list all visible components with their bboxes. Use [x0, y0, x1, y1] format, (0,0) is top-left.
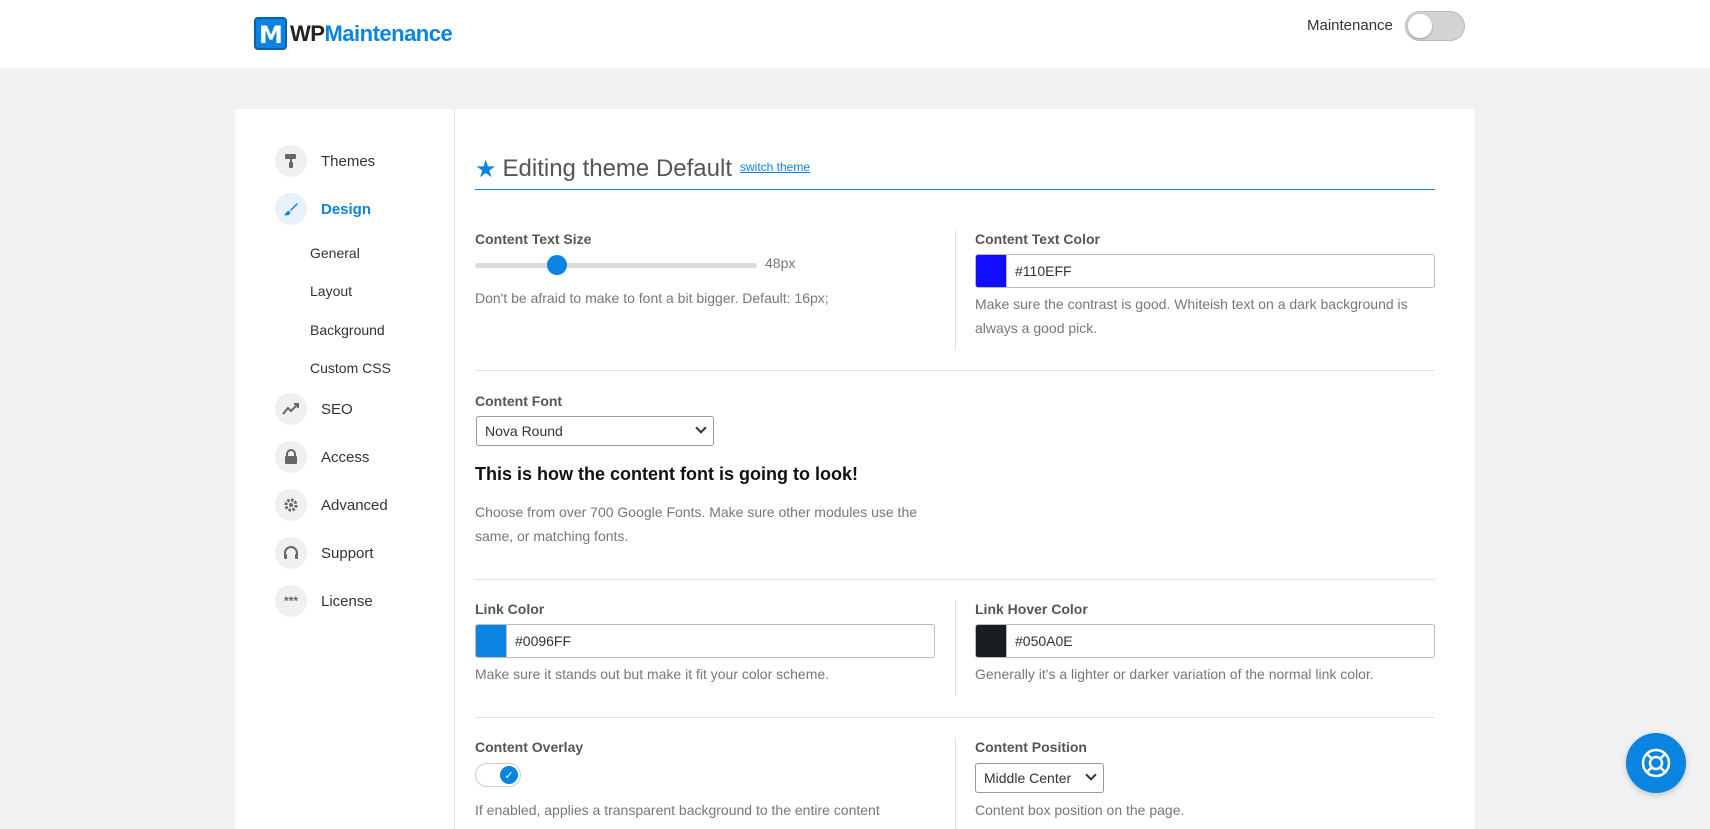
sidebar-item-advanced[interactable]: Advanced: [275, 489, 388, 521]
design-subitem-background[interactable]: Background: [310, 322, 385, 338]
lock-icon: [275, 441, 307, 473]
link-color-label: Link Color: [475, 601, 545, 617]
color-value: #050A0E: [1015, 633, 1073, 649]
sidebar-item-label: License: [321, 592, 373, 610]
paint-roller-icon: [275, 145, 307, 177]
section-divider: [475, 370, 1435, 371]
content-font-select[interactable]: Nova Round: [476, 416, 714, 446]
color-swatch[interactable]: [976, 625, 1007, 657]
content-position-help: Content box position on the page.: [975, 802, 1185, 818]
content-text-color-help: Make sure the contrast is good. Whiteish…: [975, 296, 1408, 336]
logo-maintenance-text: Maintenance: [324, 20, 453, 46]
select-value: Middle Center: [984, 770, 1072, 786]
content-overlay-help: If enabled, applies a transparent backgr…: [475, 802, 880, 818]
section-divider: [475, 579, 1435, 580]
color-value: #110EFF: [1015, 263, 1072, 279]
page-title: ★ Editing theme Default switch theme: [475, 155, 1435, 190]
font-preview-text: This is how the content font is going to…: [475, 464, 858, 484]
content-text-size-slider[interactable]: [475, 255, 757, 275]
logo: M WP Maintenance: [254, 17, 453, 50]
slider-thumb[interactable]: [546, 255, 567, 275]
link-hover-color-label: Link Hover Color: [975, 601, 1088, 617]
chart-trend-icon: [275, 393, 307, 425]
design-subitem-general[interactable]: General: [310, 245, 360, 261]
column-divider: [955, 230, 956, 350]
sidebar-item-themes[interactable]: Themes: [275, 145, 375, 177]
help-lifebuoy-button[interactable]: [1626, 733, 1686, 793]
maintenance-toggle[interactable]: [1405, 11, 1465, 41]
design-subitem-custom-css[interactable]: Custom CSS: [310, 360, 391, 376]
content-text-color-field[interactable]: #110EFF: [975, 254, 1435, 288]
checkmark-icon: ✓: [500, 766, 518, 784]
sidebar-item-license[interactable]: *** License: [275, 585, 373, 617]
link-color-help: Make sure it stands out but make it fit …: [475, 666, 830, 682]
column-divider: [955, 738, 956, 829]
top-bar: M WP Maintenance Maintenance: [0, 0, 1710, 68]
content-position-select[interactable]: Middle Center: [975, 763, 1104, 793]
column-divider: [955, 600, 956, 696]
chevron-down-icon: [1085, 769, 1097, 781]
design-subitem-layout[interactable]: Layout: [310, 283, 352, 299]
link-hover-color-help: Generally it's a lighter or darker varia…: [975, 666, 1374, 682]
sidebar-item-label: SEO: [321, 400, 353, 418]
sidebar-item-label: Access: [321, 448, 370, 466]
sidebar-item-label: Design: [321, 200, 372, 218]
sidebar-item-label: Support: [321, 544, 374, 562]
content-position-label: Content Position: [975, 739, 1087, 755]
page-title-text: Editing theme Default: [502, 155, 732, 182]
sidebar-item-label: Advanced: [321, 496, 388, 514]
logo-mark: M: [254, 17, 287, 50]
sidebar-item-support[interactable]: Support: [275, 537, 374, 569]
sidebar-item-access[interactable]: Access: [275, 441, 369, 473]
sidebar-item-label: Themes: [321, 152, 376, 170]
gear-icon: [275, 489, 307, 521]
sidebar-item-seo[interactable]: SEO: [275, 393, 353, 425]
content-text-size-help: Don't be afraid to make to font a bit bi…: [475, 290, 829, 306]
content-font-label: Content Font: [475, 393, 563, 409]
star-icon: ★: [475, 155, 497, 183]
content-overlay-label: Content Overlay: [475, 739, 584, 755]
password-icon: ***: [275, 585, 307, 617]
headset-icon: [275, 537, 307, 569]
brush-icon: [275, 193, 307, 225]
content-text-size-label: Content Text Size: [475, 231, 592, 247]
content-text-color-label: Content Text Color: [975, 231, 1100, 247]
link-color-field[interactable]: #0096FF: [475, 624, 935, 658]
section-divider: [475, 717, 1435, 718]
switch-theme-link[interactable]: switch theme: [740, 160, 810, 174]
sidebar-item-design[interactable]: Design: [275, 193, 371, 225]
settings-panel: Themes Design General Layout Background …: [235, 109, 1475, 829]
color-swatch[interactable]: [976, 255, 1007, 287]
sidebar: Themes Design General Layout Background …: [235, 109, 455, 829]
logo-wp-text: WP: [290, 20, 325, 46]
content-font-help: Choose from over 700 Google Fonts. Make …: [475, 504, 918, 544]
toggle-knob: [1408, 14, 1432, 38]
link-hover-color-field[interactable]: #050A0E: [975, 624, 1435, 658]
lifebuoy-icon: [1641, 748, 1671, 778]
select-value: Nova Round: [485, 423, 563, 439]
maintenance-toggle-label: Maintenance: [1307, 17, 1393, 34]
color-value: #0096FF: [515, 633, 572, 649]
content-overlay-toggle[interactable]: ✓: [475, 763, 521, 787]
chevron-down-icon: [695, 422, 707, 434]
content-text-size-value: 48px: [765, 255, 796, 271]
color-swatch[interactable]: [476, 625, 507, 657]
